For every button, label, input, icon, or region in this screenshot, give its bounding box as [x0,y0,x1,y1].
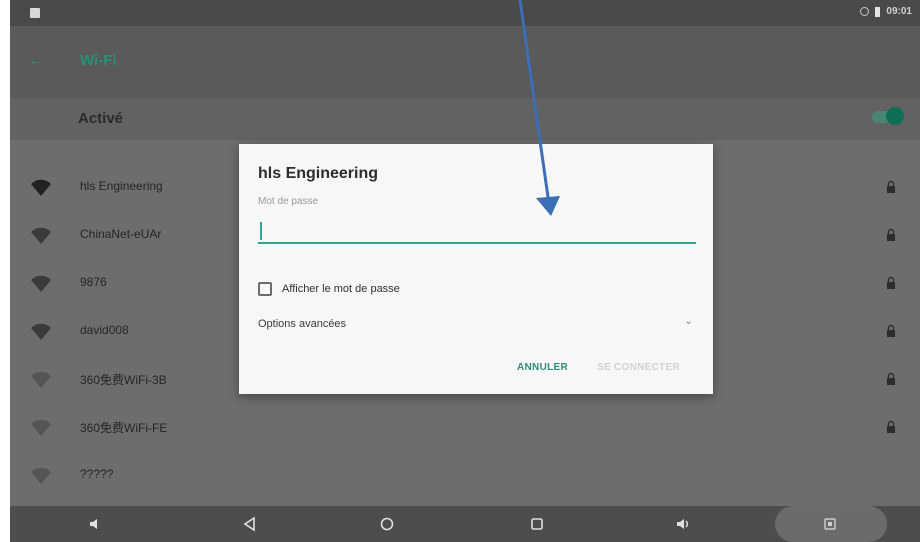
lock-icon [887,372,895,385]
screenshot-icon[interactable] [813,506,847,542]
status-bar-right: 09:01 [860,6,912,17]
wifi-signal-icon [31,227,51,244]
status-bar: 09:01 [10,0,920,26]
back-arrow-icon[interactable]: ← [28,52,44,70]
wifi-signal-icon [31,323,51,340]
lock-icon [887,276,895,289]
network-name: 360免费WiFi-FE [80,421,168,435]
navigation-bar [10,506,920,542]
clock: 09:01 [886,6,912,17]
back-triangle-icon[interactable] [233,506,267,542]
wifi-signal-icon [31,467,51,484]
master-switch-label: Activé [78,110,124,127]
wifi-signal-icon [31,419,51,436]
wifi-password-dialog: hls Engineering Mot de passe Afficher le… [239,144,713,394]
password-field[interactable] [258,218,696,244]
lock-icon [887,420,895,433]
advanced-options-toggle[interactable]: Options avancées [258,318,346,330]
volume-up-icon[interactable] [665,506,699,542]
network-name: 9876 [80,275,107,289]
wifi-master-switch-row[interactable]: Activé [10,98,920,140]
battery-icon [875,6,881,17]
connect-button[interactable]: SE CONNECTER [597,362,680,373]
network-name: ????? [80,467,114,481]
dialog-title: hls Engineering [258,165,379,182]
network-row[interactable]: ????? [10,452,920,500]
wifi-signal-icon [31,371,51,388]
network-name: ChinaNet-eUAr [80,227,162,241]
app-bar: ← Wi-Fi [10,26,920,98]
network-row[interactable]: 360免费WiFi-FE [10,404,920,452]
chevron-down-icon[interactable]: ⌄ [684,314,693,327]
lock-icon [887,324,895,337]
network-name: 360免费WiFi-3B [80,373,167,387]
text-cursor [260,222,262,240]
toggle-thumb[interactable] [886,107,904,125]
password-label: Mot de passe [258,196,319,207]
network-name: david008 [80,323,129,337]
show-password-checkbox[interactable] [258,282,272,296]
volume-down-icon[interactable] [78,506,112,542]
notification-icon [30,8,40,18]
lock-icon [887,228,895,241]
wifi-status-icon [860,7,870,16]
lock-icon [887,180,895,193]
show-password-label[interactable]: Afficher le mot de passe [282,283,400,295]
network-name: hls Engineering [80,179,163,193]
page-title: Wi-Fi [80,52,117,69]
recents-square-icon[interactable] [520,506,554,542]
cancel-button[interactable]: ANNULER [517,362,568,373]
wifi-signal-icon [31,179,51,196]
home-circle-icon[interactable] [370,506,404,542]
android-screen: 09:01 ← Wi-Fi Activé hls Engineering Chin… [10,0,920,542]
wifi-signal-icon [31,275,51,292]
